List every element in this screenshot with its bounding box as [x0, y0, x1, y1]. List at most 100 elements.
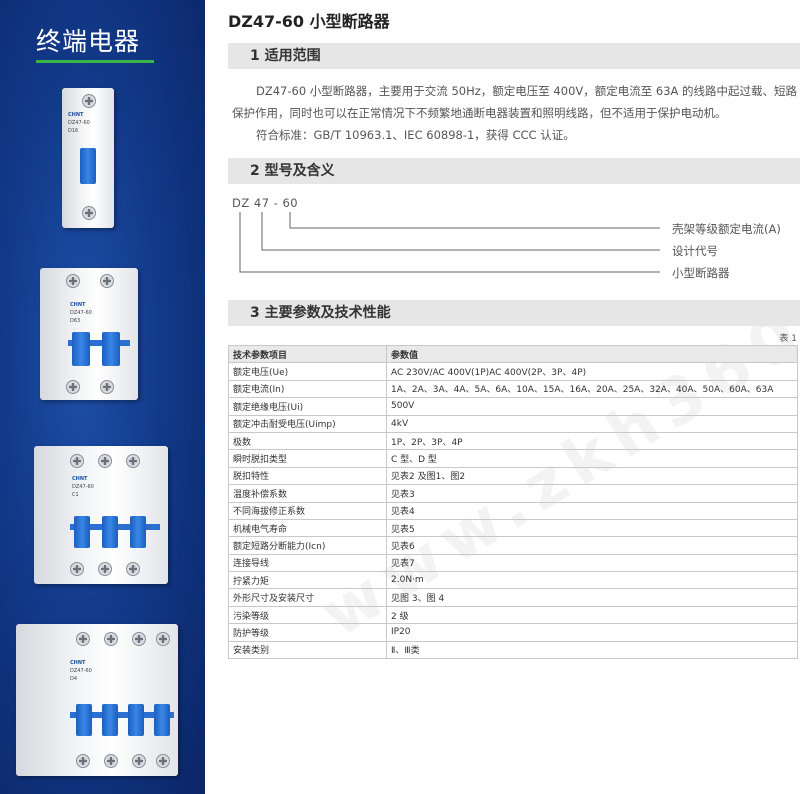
table-row: 额定短路分断能力(Icn) 见表6 — [228, 536, 798, 555]
table-row: 不同海拔修正系数 见表4 — [228, 501, 798, 520]
section-heading-label: 2 型号及含义 — [250, 163, 335, 179]
parameters-table: 技术参数项目 参数值 额定电压(Ue) AC 230V/AC 400V(1P)AC… — [228, 344, 798, 660]
screw-icon — [132, 754, 146, 768]
parameter-value-cell: AC 230V/AC 400V(1P)AC 400V(2P、3P、4P) — [386, 362, 798, 381]
screw-icon — [82, 94, 96, 108]
section-heading-model: 2 型号及含义 — [228, 158, 800, 184]
parameter-name-cell: 额定冲击耐受电压(Uimp) — [228, 414, 387, 433]
parameter-name-cell: 连接导线 — [228, 553, 387, 573]
parameter-value-cell: 见表2 及图1、图2 — [386, 466, 798, 486]
parameter-value-cell: 见表4 — [386, 501, 798, 520]
parameter-value-cell: 见表7 — [386, 553, 798, 573]
screw-icon — [76, 632, 90, 646]
parameter-value-cell: Ⅱ、Ⅲ类 — [386, 640, 798, 660]
breaker-model-label: DZ47-60 — [70, 668, 92, 674]
table-header-row: 技术参数项目 参数值 — [228, 344, 798, 364]
table-number: 表 1 — [779, 334, 797, 344]
screw-icon — [100, 274, 114, 288]
breaker-rating-label: D4 — [70, 676, 78, 682]
screw-icon — [132, 632, 146, 646]
table-header-cell: 技术参数项目 — [228, 344, 387, 364]
screw-icon — [104, 754, 118, 768]
parameter-name-cell: 额定绝缘电压(Ui) — [228, 397, 387, 416]
breaker-lever — [72, 332, 90, 366]
table-row: 拧紧力矩 2.0N·m — [228, 571, 798, 590]
table-row: 额定绝缘电压(Ui) 500V — [228, 397, 798, 416]
table-row: 污染等级 2 级 — [228, 605, 798, 625]
parameter-name-cell: 瞬时脱扣类型 — [228, 449, 387, 468]
parameter-value-cell: 1P、2P、3P、4P — [386, 431, 798, 451]
screw-icon — [156, 754, 170, 768]
table-row: 额定冲击耐受电压(Uimp) 4kV — [228, 414, 798, 433]
screw-icon — [66, 380, 80, 394]
breaker-lever — [130, 516, 146, 548]
screw-icon — [76, 754, 90, 768]
table-row: 额定电压(Ue) AC 230V/AC 400V(1P)AC 400V(2P、3P… — [228, 362, 798, 381]
breaker-brand-label: CHNT — [72, 476, 88, 482]
leader-line-rated-current — [289, 212, 660, 229]
parameter-name-cell: 污染等级 — [228, 605, 387, 625]
parameter-value-cell: 4kV — [386, 414, 798, 433]
parameter-name-cell: 外形尺寸及安装尺寸 — [228, 588, 387, 607]
parameter-value-cell: 500V — [386, 397, 798, 416]
table-row: 安装类别 Ⅱ、Ⅲ类 — [228, 640, 798, 660]
breaker-brand-label: CHNT — [70, 302, 86, 308]
leader-line-breaker-type — [239, 212, 660, 273]
breaker-lever — [74, 516, 90, 548]
sidebar-brand-title: 终端电器 — [36, 27, 141, 56]
table-row: 防护等级 IP20 — [228, 623, 798, 642]
screw-icon — [126, 454, 140, 468]
table-header-cell: 参数值 — [386, 344, 798, 364]
screw-icon — [98, 454, 112, 468]
breaker-image-2p: CHNT DZ47-60 D63 — [40, 268, 138, 400]
parameter-value-cell: 2.0N·m — [386, 571, 798, 590]
parameter-name-cell: 安装类别 — [228, 640, 387, 660]
section-heading-label: 1 适用范围 — [250, 48, 321, 64]
table-row: 额定电流(In) 1A、2A、3A、4A、5A、6A、10A、15A、16A、20… — [228, 379, 798, 399]
breaker-model-label: DZ47-60 — [72, 484, 94, 490]
breaker-image-3p: CHNT DZ47-60 C1 — [34, 446, 168, 584]
screw-icon — [100, 380, 114, 394]
screw-icon — [126, 562, 140, 576]
parameter-name-cell: 不同海拔修正系数 — [228, 501, 387, 520]
breaker-model-label: DZ47-60 — [68, 120, 90, 126]
scope-paragraph: DZ47-60 小型断路器，主要用于交流 50Hz，额定电压至 400V，额定电… — [232, 80, 798, 146]
breaker-rating-label: D63 — [70, 318, 81, 324]
section-heading-parameters: 3 主要参数及技术性能 — [228, 300, 800, 326]
table-row: 瞬时脱扣类型 C 型、D 型 — [228, 449, 798, 468]
breaker-lever — [154, 704, 170, 736]
section-heading-label: 3 主要参数及技术性能 — [250, 305, 391, 321]
screw-icon — [70, 562, 84, 576]
parameter-name-cell: 额定电压(Ue) — [228, 362, 387, 381]
table-row: 极数 1P、2P、3P、4P — [228, 431, 798, 451]
leader-line-design-code — [261, 212, 660, 251]
parameter-value-cell: 见表6 — [386, 536, 798, 555]
breaker-lever — [102, 704, 118, 736]
table-row: 脱扣特性 见表2 及图1、图2 — [228, 466, 798, 486]
parameter-name-cell: 额定电流(In) — [228, 379, 387, 399]
breaker-rating-label: C1 — [72, 492, 79, 498]
breaker-image-1p: CHNT DZ47-60 D16 — [62, 88, 114, 228]
table-row: 外形尺寸及安装尺寸 见图 3、图 4 — [228, 588, 798, 607]
parameter-name-cell: 温度补偿系数 — [228, 484, 387, 503]
screw-icon — [104, 632, 118, 646]
table-row: 机械电气寿命 见表5 — [228, 518, 798, 538]
brand-underline — [36, 60, 154, 63]
parameter-name-cell: 拧紧力矩 — [228, 571, 387, 590]
breaker-rating-label: D16 — [68, 128, 79, 134]
parameter-name-cell: 机械电气寿命 — [228, 518, 387, 538]
parameter-value-cell: 见表5 — [386, 518, 798, 538]
model-label-breaker-type: 小型断路器 — [672, 266, 730, 280]
parameter-value-cell: 2 级 — [386, 605, 798, 625]
section-heading-scope: 1 适用范围 — [228, 43, 800, 69]
parameter-value-cell: 见图 3、图 4 — [386, 588, 798, 607]
parameter-value-cell: 1A、2A、3A、4A、5A、6A、10A、15A、16A、20A、25A、32… — [386, 379, 798, 399]
standards-text: 符合标准：GB/T 10963.1、IEC 60898-1，获得 CCC 认证。 — [256, 128, 575, 142]
breaker-model-label: DZ47-60 — [70, 310, 92, 316]
product-sidebar: 终端电器 CHNT DZ47-60 D16 CHNT DZ47-60 D63 C… — [0, 0, 205, 794]
breaker-lever — [102, 332, 120, 366]
screw-icon — [66, 274, 80, 288]
scope-text: DZ47-60 小型断路器，主要用于交流 50Hz，额定电压至 400V，额定电… — [232, 84, 798, 120]
table-row: 连接导线 见表7 — [228, 553, 798, 573]
breaker-lever — [128, 704, 144, 736]
